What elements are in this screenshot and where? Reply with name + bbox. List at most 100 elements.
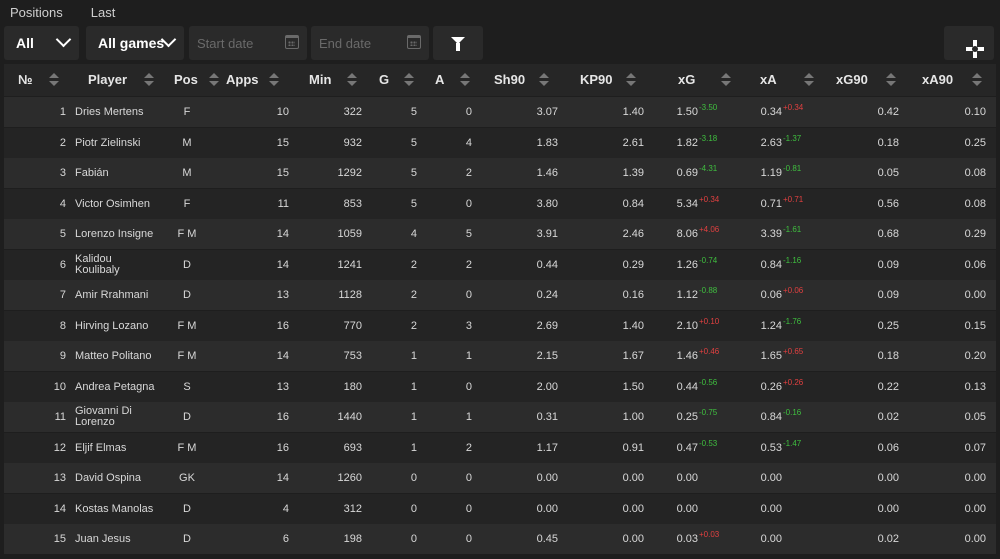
- calendar-icon: [407, 35, 421, 49]
- cell-kp90: 2.46: [622, 228, 644, 240]
- table-row[interactable]: 8 Hirving Lozano F M 16 770 2 3 2.69 1.40 2.10+0.…: [4, 311, 996, 341]
- position-filter-select[interactable]: All: [4, 26, 79, 60]
- cell-a: 0: [465, 472, 472, 484]
- cell-xa: 3.39: [760, 228, 782, 240]
- delta-badge: -0.56: [699, 378, 718, 387]
- table-row[interactable]: 15 Juan Jesus D 6 198 0 0 0.45 0.00 0.03+0.03 0.00…: [4, 524, 996, 554]
- column-header[interactable]: №: [18, 64, 33, 96]
- delta-badge: -1.37: [783, 134, 802, 143]
- cell-xa-wrap: 0.26+0.26: [722, 372, 822, 402]
- cell-xa-wrap: 1.65+0.65: [722, 341, 822, 371]
- column-header[interactable]: G: [379, 64, 389, 96]
- cell-xg: 0.25: [676, 411, 698, 423]
- column-header[interactable]: xA: [760, 64, 777, 96]
- cell-sh90: 3.80: [536, 198, 558, 210]
- column-header[interactable]: Pos: [174, 64, 198, 96]
- cell-apps: 15: [276, 167, 289, 179]
- cell-min: 693: [343, 442, 362, 454]
- column-header[interactable]: KP90: [580, 64, 613, 96]
- cell-xa-wrap: 2.63-1.37: [722, 128, 822, 158]
- cell-apps: 10: [276, 106, 289, 118]
- table-row[interactable]: 2 Piotr Zielinski M 15 932 5 4 1.83 2.61 1.82-3.1…: [4, 128, 996, 158]
- cell-g: 2: [410, 320, 417, 332]
- table-header: № Player Pos Apps Min G A Sh90 KP90 xG xA xG90 xA90: [4, 64, 996, 96]
- cell-g: 2: [410, 289, 417, 301]
- cell-xg: 5.34: [676, 198, 698, 210]
- cell-xa90: 0.07: [964, 442, 986, 454]
- cell-kp90: 1.50: [622, 381, 644, 393]
- cell-xa: 0.34: [760, 106, 782, 118]
- cell-xg90: 0.00: [877, 472, 899, 484]
- cell-g: 5: [410, 198, 417, 210]
- cell-pos: D: [183, 411, 191, 423]
- cell-n: 6: [59, 259, 66, 271]
- cell-xa90: 0.25: [964, 137, 986, 149]
- cell-n: 8: [59, 320, 66, 332]
- cell-player: Juan Jesus: [75, 533, 131, 545]
- calendar-icon: [285, 35, 299, 49]
- cell-player: Eljif Elmas: [75, 442, 127, 454]
- cell-xg: 2.10: [676, 320, 698, 332]
- cell-a: 0: [465, 198, 472, 210]
- table-row[interactable]: 7 Amir Rrahmani D 13 1128 2 0 0.24 0.16 1.12-0.88…: [4, 280, 996, 310]
- cell-sh90: 1.83: [536, 137, 558, 149]
- table-row[interactable]: 14 Kostas Manolas D 4 312 0 0 0.00 0.00 0.00 0.00 0…: [4, 494, 996, 524]
- cell-xa-wrap: 0.53-1.47: [722, 433, 822, 463]
- delta-badge: -3.18: [699, 134, 718, 143]
- column-header[interactable]: xA90: [922, 64, 953, 96]
- cell-xg: 1.50: [676, 106, 698, 118]
- table-row[interactable]: 12 Eljif Elmas F M 16 693 1 2 1.17 0.91 0.47-0.53…: [4, 433, 996, 463]
- cell-pos: F: [183, 198, 191, 210]
- cell-kp90: 1.67: [622, 350, 644, 362]
- filter-button[interactable]: [433, 26, 483, 60]
- column-header[interactable]: Player: [88, 64, 127, 96]
- cell-sh90: 1.46: [536, 167, 558, 179]
- delta-badge: +0.65: [783, 347, 804, 356]
- column-header[interactable]: xG: [678, 64, 695, 96]
- table-row[interactable]: 6 Kalidou Koulibaly D 14 1241 2 2 0.44 0.29 1.26-…: [4, 250, 996, 280]
- cell-xa-wrap: 0.00: [722, 463, 822, 493]
- table-row[interactable]: 4 Victor Osimhen F 11 853 5 0 3.80 0.84 5.34+0.34…: [4, 189, 996, 219]
- games-filter-value: All games: [98, 35, 165, 51]
- table-row[interactable]: 5 Lorenzo Insigne F M 14 1059 4 5 3.91 2.46 8.06+…: [4, 219, 996, 249]
- cell-n: 12: [53, 442, 66, 454]
- column-header[interactable]: xG90: [836, 64, 868, 96]
- games-filter-select[interactable]: All games: [86, 26, 184, 60]
- delta-badge: -1.61: [783, 225, 802, 234]
- table-row[interactable]: 10 Andrea Petagna S 13 180 1 0 2.00 1.50 0.44-0.5…: [4, 372, 996, 402]
- start-date-input[interactable]: Start date: [189, 26, 307, 60]
- column-header[interactable]: A: [435, 64, 444, 96]
- column-header[interactable]: Min: [309, 64, 331, 96]
- cell-a: 0: [465, 289, 472, 301]
- cell-xg: 1.12: [676, 289, 698, 301]
- table-row[interactable]: 13 David Ospina GK 14 1260 0 0 0.00 0.00 0.00 0.00…: [4, 463, 996, 493]
- cell-xa-wrap: 3.39-1.61: [722, 219, 822, 249]
- table-row[interactable]: 9 Matteo Politano F M 14 753 1 1 2.15 1.67 1.46+0…: [4, 341, 996, 371]
- tab-last[interactable]: Last: [91, 5, 116, 20]
- cell-min: 753: [343, 350, 362, 362]
- tab-positions[interactable]: Positions: [10, 5, 63, 20]
- table-row[interactable]: 3 Fabián M 15 1292 5 2 1.46 1.39 0.69-4.31 1.19-0.…: [4, 158, 996, 188]
- cell-xa-wrap: 0.06+0.06: [722, 280, 822, 310]
- cell-xa: 0.84: [760, 259, 782, 271]
- column-header[interactable]: Sh90: [494, 64, 525, 96]
- cell-g: 0: [410, 503, 417, 515]
- table-row[interactable]: 11 Giovanni Di Lorenzo D 16 1440 1 1 0.31 1.00 0.…: [4, 402, 996, 432]
- cell-min: 322: [343, 106, 362, 118]
- cell-xa: 0.00: [760, 533, 782, 545]
- settings-button[interactable]: [944, 26, 994, 60]
- column-header[interactable]: Apps: [226, 64, 259, 96]
- cell-xg: 1.46: [676, 350, 698, 362]
- cell-xg: 0.00: [676, 472, 698, 484]
- cell-g: 1: [410, 411, 417, 423]
- tab-bar: Positions Last: [0, 0, 133, 24]
- cell-xa90: 0.08: [964, 167, 986, 179]
- cell-kp90: 0.29: [622, 259, 644, 271]
- end-date-input[interactable]: End date: [311, 26, 429, 60]
- cell-xa: 2.63: [760, 137, 782, 149]
- cell-xg90: 0.06: [877, 442, 899, 454]
- cell-pos: GK: [179, 472, 195, 484]
- table-row[interactable]: 1 Dries Mertens F 10 322 5 0 3.07 1.40 1.50-3.50 0…: [4, 97, 996, 127]
- cell-n: 13: [53, 472, 66, 484]
- cell-xg90: 0.02: [877, 411, 899, 423]
